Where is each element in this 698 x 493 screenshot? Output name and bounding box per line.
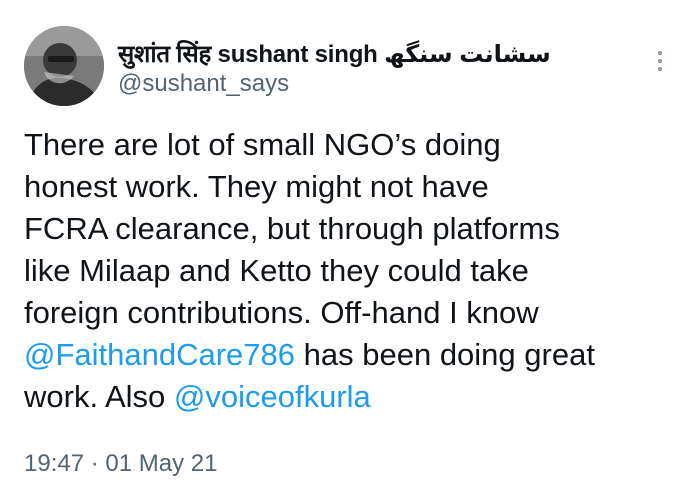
tweet-text-segment: There are lot of small NGO’s doing hones… bbox=[24, 127, 560, 330]
mention-link[interactable]: @FaithandCare786 bbox=[24, 337, 295, 372]
tweet-card: सुशांत सिंह sushant singh سشانت سنگھ @su… bbox=[0, 0, 698, 493]
author-name-row[interactable]: सुशांत सिंह sushant singh سشانت سنگھ bbox=[118, 36, 551, 70]
author-handle[interactable]: @sushant_says bbox=[118, 70, 289, 98]
tweet-timestamp[interactable]: 19:47 · 01 May 21 bbox=[24, 450, 217, 478]
more-vertical-icon-dot-3 bbox=[658, 67, 662, 71]
profile-photo-icon bbox=[24, 26, 104, 106]
tweet-text: There are lot of small NGO’s doing hones… bbox=[24, 124, 664, 418]
author-avatar[interactable] bbox=[24, 26, 104, 106]
more-vertical-icon-dot-2 bbox=[658, 59, 662, 63]
author-display-name[interactable]: सुशांत सिंह sushant singh سشانت سنگھ bbox=[118, 37, 551, 70]
more-options-button[interactable] bbox=[648, 46, 672, 76]
more-vertical-icon bbox=[658, 51, 662, 55]
mention-link[interactable]: @voiceofkurla bbox=[174, 379, 371, 414]
